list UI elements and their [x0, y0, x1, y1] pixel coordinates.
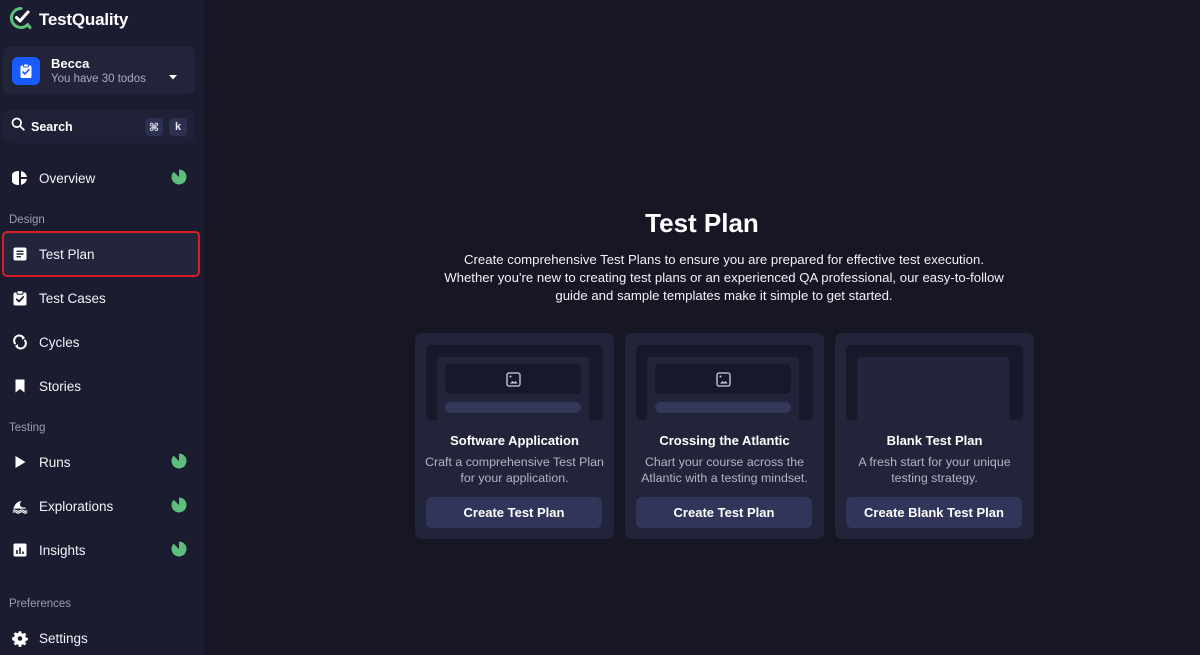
play-icon: [12, 454, 28, 470]
image-placeholder: [445, 364, 581, 394]
sidebar-item-label: Insights: [39, 542, 86, 558]
command-key-badge: ⌘: [145, 118, 163, 136]
clipboard-check-icon: [20, 63, 32, 78]
template-preview: [426, 345, 603, 420]
sidebar-item-label: Test Plan: [39, 246, 95, 262]
template-card-blank-test-plan: Blank Test Plan A fresh start for your u…: [835, 333, 1034, 539]
section-label-preferences: Preferences: [9, 598, 72, 610]
sidebar-item-explorations[interactable]: Explorations: [3, 484, 199, 528]
cycle-arrows-icon: [12, 334, 28, 350]
progress-pie-icon: [171, 497, 187, 518]
progress-pie-icon: [171, 541, 187, 562]
image-icon: [505, 371, 521, 387]
card-title: Crossing the Atlantic: [659, 433, 790, 448]
k-key-badge: k: [169, 118, 187, 136]
bookmark-icon: [12, 378, 28, 394]
template-card-crossing-the-atlantic: Crossing the Atlantic Chart your course …: [625, 333, 824, 539]
page-title: Test Plan: [645, 208, 759, 238]
sidebar-item-cycles[interactable]: Cycles: [3, 320, 199, 364]
user-name: Becca: [51, 56, 90, 71]
card-title: Blank Test Plan: [886, 433, 983, 448]
sidebar-item-overview[interactable]: Overview: [3, 156, 199, 200]
pie-chart-icon: [12, 170, 28, 186]
sidebar-item-test-cases[interactable]: Test Cases: [3, 276, 199, 320]
user-switcher[interactable]: Becca You have 30 todos: [3, 47, 195, 94]
gear-icon: [12, 630, 28, 647]
search-icon: [11, 117, 25, 136]
search-button[interactable]: Search ⌘ k: [3, 110, 195, 143]
sidebar-item-label: Runs: [39, 454, 71, 470]
card-description: A fresh start for your unique testing st…: [858, 455, 1011, 485]
search-label: Search: [31, 119, 73, 134]
app-name: TestQuality: [39, 10, 129, 29]
sidebar-item-label: Explorations: [39, 498, 114, 514]
sidebar-item-runs[interactable]: Runs: [3, 440, 199, 484]
create-test-plan-button[interactable]: Create Test Plan: [636, 497, 812, 528]
sidebar-item-settings[interactable]: Settings: [3, 616, 199, 655]
sidebar-item-stories[interactable]: Stories: [3, 364, 199, 408]
template-preview: [846, 345, 1023, 420]
card-description: Craft a comprehensive Test Plan for your…: [425, 455, 604, 485]
blank-preview: [857, 357, 1009, 420]
sidebar-item-insights[interactable]: Insights: [3, 528, 199, 572]
testquality-logo-icon: [9, 6, 33, 35]
user-todos: You have 30 todos: [51, 73, 146, 85]
caret-down-icon[interactable]: [168, 67, 178, 85]
sidebar-item-label: Stories: [39, 378, 82, 394]
card-description: Chart your course across the Atlantic wi…: [641, 455, 808, 485]
wave-icon: [12, 498, 28, 514]
section-label-design: Design: [9, 214, 45, 226]
image-placeholder: [655, 364, 791, 394]
template-card-software-application: Software Application Craft a comprehensi…: [415, 333, 614, 539]
sidebar-item-label: Settings: [39, 630, 88, 646]
card-title: Software Application: [450, 433, 579, 448]
sidebar-item-test-plan[interactable]: Test Plan: [2, 231, 200, 277]
sidebar: TestQuality Becca You have 30 todos Sear…: [0, 0, 204, 655]
page-description: Create comprehensive Test Plans to ensur…: [444, 252, 1004, 303]
create-blank-test-plan-button[interactable]: Create Blank Test Plan: [846, 497, 1022, 528]
user-avatar: [12, 56, 40, 85]
sidebar-item-label: Cycles: [39, 334, 80, 350]
document-icon: [12, 246, 28, 262]
section-label-testing: Testing: [9, 422, 46, 434]
app-logo[interactable]: TestQuality: [9, 6, 129, 35]
progress-pie-icon: [171, 453, 187, 474]
create-test-plan-button[interactable]: Create Test Plan: [426, 497, 602, 528]
clipboard-check-icon: [12, 290, 28, 306]
image-icon: [715, 371, 731, 387]
progress-pie-icon: [171, 169, 187, 190]
sidebar-item-label: Overview: [39, 170, 96, 186]
template-preview: [636, 345, 813, 420]
sidebar-item-label: Test Cases: [39, 290, 106, 306]
bar-chart-icon: [12, 542, 28, 558]
